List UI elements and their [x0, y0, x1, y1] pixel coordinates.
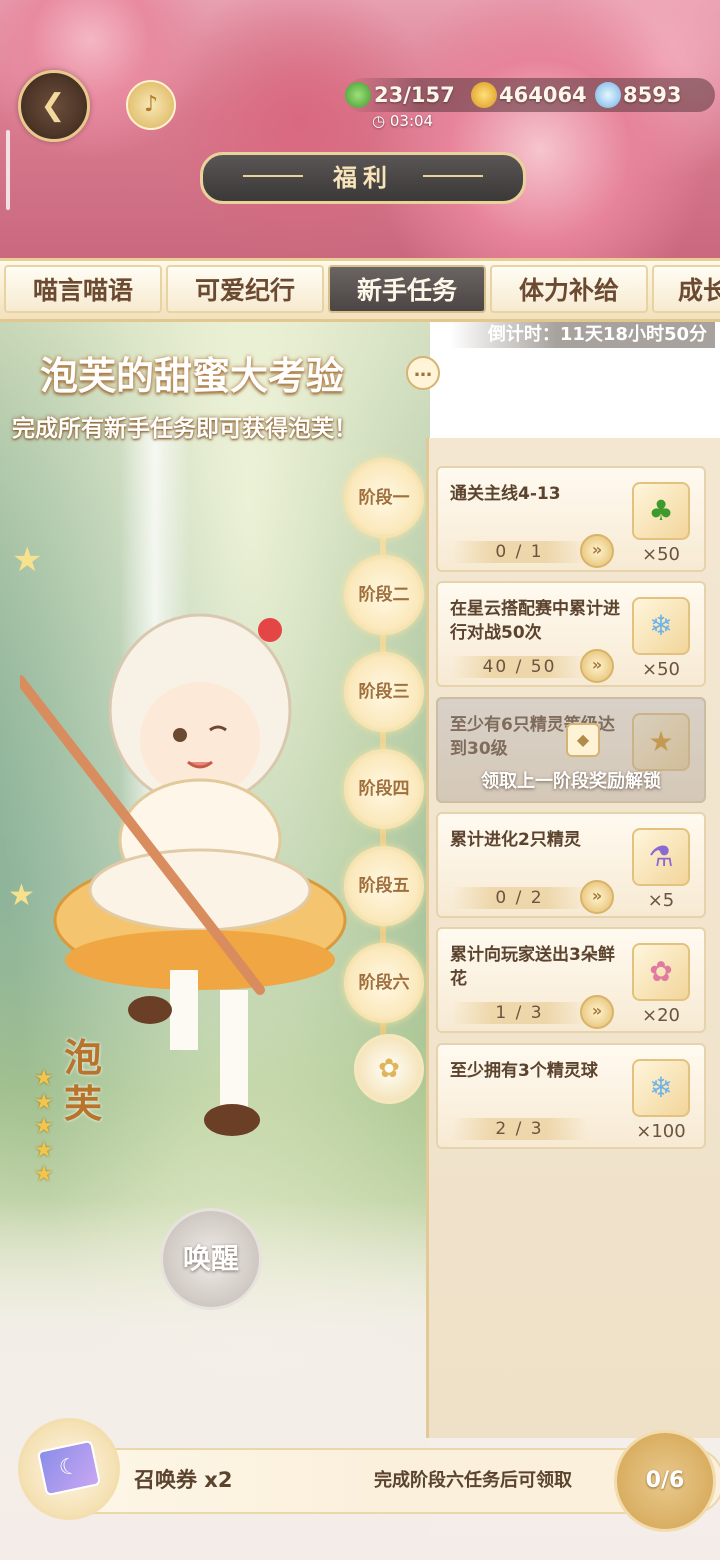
banner-background: [0, 0, 720, 260]
refresh-timer: ◷ 03:04: [372, 112, 434, 130]
task-description: 累计向玩家送出3朵鲜花: [450, 945, 615, 989]
star-icon: ★: [34, 1066, 54, 1091]
notification-button[interactable]: ♪: [126, 80, 176, 130]
reward-quantity: ×20: [642, 1005, 680, 1026]
potion-icon[interactable]: ⚗: [632, 828, 690, 886]
task-progress: 40 / 50: [452, 656, 587, 678]
summon-ticket-label: 召唤券 x2: [134, 1468, 233, 1492]
final-reward-node[interactable]: ✿: [354, 1034, 424, 1104]
clover-count: 23/157: [374, 83, 455, 107]
reward-quantity: ×50: [642, 659, 680, 680]
claim-hint: 完成阶段六任务后可领取: [374, 1470, 572, 1491]
clover-icon[interactable]: ♣: [632, 482, 690, 540]
side-handle[interactable]: [6, 130, 10, 210]
sparkle-star-icon: ★: [12, 540, 43, 580]
back-arrow-icon: ❮: [40, 88, 66, 123]
stage-node-1[interactable]: 阶段一: [344, 458, 424, 538]
lock-message: 领取上一阶段奖励解锁: [481, 771, 661, 792]
goto-button[interactable]: »: [580, 649, 614, 683]
stage-node-6[interactable]: 阶段六: [344, 943, 424, 1023]
tab-stamina[interactable]: 体力补给: [490, 265, 648, 313]
event-subtitle: 完成所有新手任务即可获得泡芙！: [12, 416, 357, 442]
task-card-2: 在星云搭配赛中累计进行对战50次 40 / 50 » ❄ ×50: [436, 581, 706, 687]
gold-coin-icon: [471, 82, 497, 108]
stage-node-2[interactable]: 阶段二: [344, 555, 424, 635]
lock-icon: ◆: [566, 723, 600, 757]
task-description: 至少拥有3个精灵球: [450, 1061, 598, 1081]
butterfly-icon: ✿: [378, 1054, 400, 1084]
task-progress: 1 / 3: [452, 1002, 587, 1024]
summon-ticket-icon: ☾: [36, 1439, 102, 1497]
event-title: 泡芙的甜蜜大考验: [40, 354, 345, 398]
star-icon: ★: [34, 1114, 54, 1139]
stage-progress-badge[interactable]: 0/6: [614, 1430, 716, 1532]
task-description: 累计进化2只精灵: [450, 830, 581, 850]
timer-value: 03:04: [389, 112, 434, 130]
event-countdown: 倒计时：11天18小时50分: [450, 322, 715, 348]
task-description: 在星云搭配赛中累计进行对战50次: [450, 599, 620, 643]
reward-quantity: ×100: [636, 1121, 686, 1142]
title-plate: 福利: [200, 152, 526, 204]
clover-icon: [345, 82, 371, 108]
tab-miaoyan[interactable]: 喵言喵语: [4, 265, 162, 313]
tab-newbie-tasks[interactable]: 新手任务: [328, 265, 486, 313]
star-icon: ★: [34, 1138, 54, 1163]
gold-count: 464064: [499, 83, 587, 107]
tab-growth[interactable]: 成长: [652, 265, 720, 313]
info-icon[interactable]: …: [406, 356, 440, 390]
tab-bar: 喵言喵语 可爱纪行 新手任务 体力补给 成长: [0, 258, 720, 322]
stage-node-4[interactable]: 阶段四: [344, 749, 424, 829]
back-button[interactable]: ❮: [18, 70, 90, 142]
awaken-label: 唤醒: [182, 1242, 239, 1275]
task-progress: 0 / 2: [452, 887, 587, 909]
task-progress: 2 / 3: [452, 1118, 587, 1140]
sparkle-star-icon: ★: [8, 878, 35, 913]
task-card-4: 累计进化2只精灵 0 / 2 » ⚗ ×5: [436, 812, 706, 918]
stage-node-5[interactable]: 阶段五: [344, 846, 424, 926]
star-icon: ★: [34, 1162, 54, 1187]
page-title: 福利: [333, 164, 393, 192]
task-card-6: 至少拥有3个精灵球 2 / 3 ❄ ×100: [436, 1043, 706, 1149]
stage-node-3[interactable]: 阶段三: [344, 652, 424, 732]
tab-keai-jixing[interactable]: 可爱纪行: [166, 265, 324, 313]
bell-icon: ♪: [143, 92, 159, 117]
reward-quantity: ×5: [647, 890, 675, 911]
task-description: 通关主线4-13: [450, 484, 561, 504]
task-card-5: 累计向玩家送出3朵鲜花 1 / 3 » ✿ ×20: [436, 927, 706, 1033]
task-progress: 0 / 1: [452, 541, 587, 563]
star-icon: ★: [34, 1090, 54, 1115]
crystal-count: 8593: [623, 83, 682, 107]
flower-icon[interactable]: ✿: [632, 943, 690, 1001]
locked-overlay: ◆ 领取上一阶段奖励解锁: [436, 697, 706, 803]
stage-progress-text: 0/6: [645, 1468, 685, 1493]
character-name: 泡芙: [63, 1036, 102, 1126]
crystal-icon[interactable]: ❄: [632, 597, 690, 655]
awaken-button[interactable]: 唤醒: [160, 1208, 262, 1310]
goto-button[interactable]: »: [580, 995, 614, 1029]
reward-quantity: ×50: [642, 544, 680, 565]
summon-ticket-slot[interactable]: ☾: [18, 1418, 120, 1520]
task-card-1: 通关主线4-13 0 / 1 » ♣ ×50: [436, 466, 706, 572]
crystal-icon[interactable]: ❄: [632, 1059, 690, 1117]
goto-button[interactable]: »: [580, 534, 614, 568]
goto-button[interactable]: »: [580, 880, 614, 914]
crystal-icon: [595, 82, 621, 108]
